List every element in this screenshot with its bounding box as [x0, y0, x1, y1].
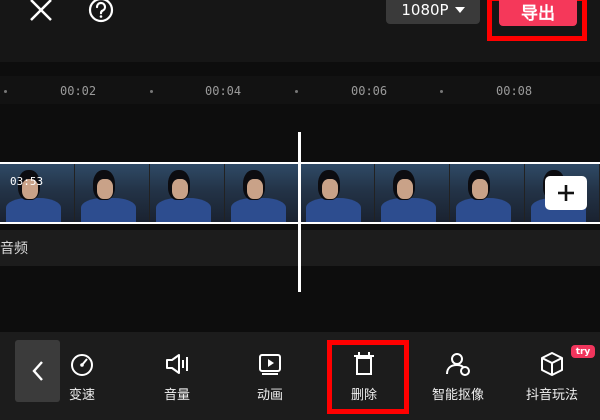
tool-delete[interactable]: 删除 [324, 350, 404, 403]
clip-thumbnail [150, 164, 225, 222]
clip-thumbnail [75, 164, 150, 222]
tool-label: 删除 [350, 388, 377, 403]
add-clip-button[interactable] [545, 176, 587, 210]
chevron-down-icon [454, 7, 465, 13]
clip-thumbnail [0, 164, 75, 222]
clip-thumbnail [225, 164, 300, 222]
ruler-dot [4, 90, 7, 93]
try-badge: try [571, 345, 595, 358]
delete-icon [354, 352, 374, 375]
resolution-value: 1080P [401, 1, 449, 19]
audio-track-label: 音频 [0, 241, 28, 257]
clip-duration: 03:53 [10, 175, 44, 188]
clip-thumbnail [375, 164, 450, 222]
export-button[interactable]: 导出 [499, 0, 577, 26]
tool-label: 动画 [256, 388, 283, 403]
ruler-dot [150, 90, 153, 93]
plus-icon [558, 185, 574, 201]
close-icon[interactable] [26, 0, 56, 26]
tool-label: 变速 [68, 388, 95, 403]
tool-label: 智能抠像 [431, 388, 484, 403]
tool-volume[interactable]: 音量 [137, 350, 217, 403]
tool-label: 音量 [163, 388, 190, 403]
tool-label: 抖音玩法 [525, 388, 578, 403]
animation-icon [259, 354, 281, 375]
export-label: 导出 [521, 3, 555, 24]
tool-animation[interactable]: 动画 [230, 350, 310, 403]
ruler-tick: 00:06 [351, 84, 388, 98]
clip-thumbnail [450, 164, 525, 222]
tool-speed[interactable]: 变速 [42, 350, 122, 403]
help-icon[interactable] [86, 0, 116, 26]
ruler-dot [295, 90, 298, 93]
tool-smart-cutout[interactable]: 智能抠像 [418, 350, 498, 403]
smart-cutout-icon [446, 353, 470, 376]
speed-icon [71, 354, 93, 376]
clip-thumbnail [300, 164, 375, 222]
douyin-effects-icon [541, 352, 563, 376]
resolution-dropdown[interactable]: 1080P [386, 0, 480, 24]
ruler-tick: 00:04 [205, 84, 242, 98]
playhead[interactable] [298, 132, 301, 292]
volume-icon [166, 354, 188, 374]
ruler-dot [440, 90, 443, 93]
ruler-tick: 00:08 [496, 84, 533, 98]
ruler-tick: 00:02 [60, 84, 97, 98]
